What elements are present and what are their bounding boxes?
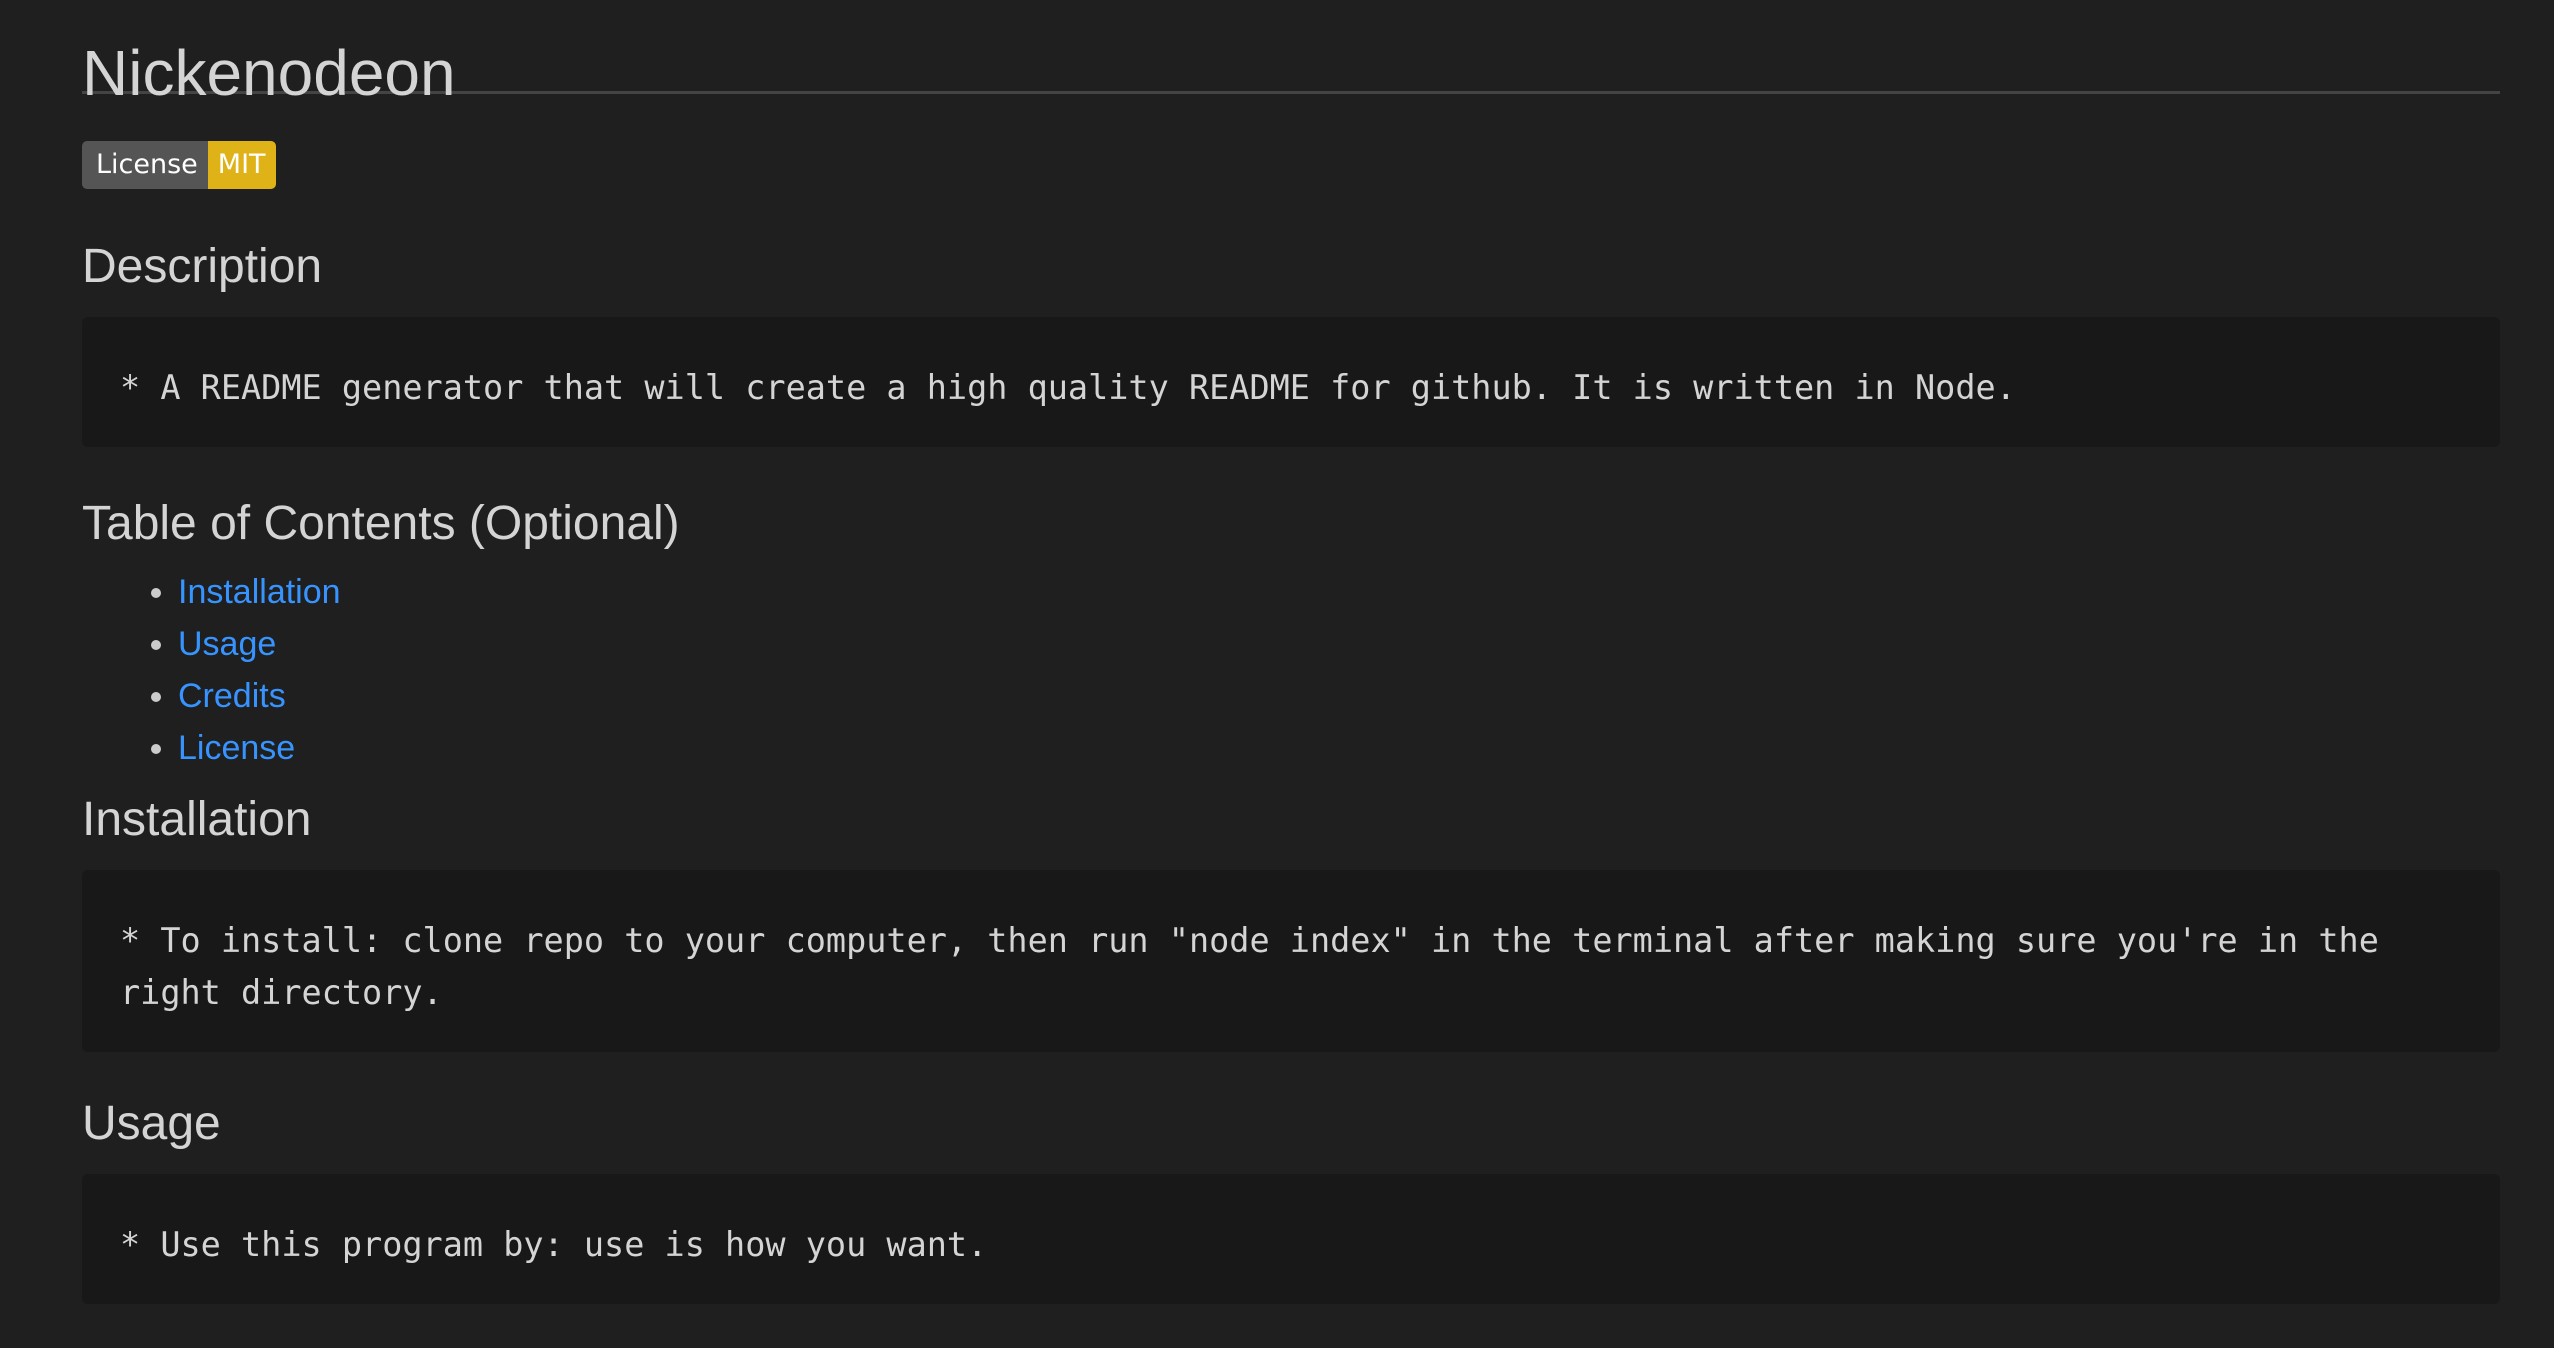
toc-link-license[interactable]: License	[178, 729, 295, 767]
list-item: Usage	[178, 618, 2500, 670]
list-item: Installation	[178, 566, 2500, 618]
toc-heading: Table of Contents (Optional)	[82, 497, 680, 550]
list-item: Credits	[178, 670, 2500, 722]
license-badge: License MIT	[82, 141, 276, 189]
usage-text: * Use this program by: use is how you wa…	[120, 1225, 988, 1264]
page-title: Nickenodeon	[82, 0, 2500, 109]
installation-text: * To install: clone repo to your compute…	[120, 921, 2400, 1012]
toc-link-installation[interactable]: Installation	[178, 573, 341, 611]
description-heading: Description	[82, 240, 323, 293]
license-badge-label: License	[82, 141, 208, 189]
usage-heading: Usage	[82, 1097, 221, 1150]
usage-code-block: * Use this program by: use is how you wa…	[82, 1174, 2500, 1304]
description-code-block: * A README generator that will create a …	[82, 317, 2500, 447]
markdown-preview: Nickenodeon License MIT Description * A …	[82, 0, 2500, 1304]
installation-code-block: * To install: clone repo to your compute…	[82, 870, 2500, 1052]
toc-link-credits[interactable]: Credits	[178, 677, 286, 715]
toc-link-usage[interactable]: Usage	[178, 625, 276, 663]
list-item: License	[178, 722, 2500, 774]
license-badge-value: MIT	[207, 141, 276, 189]
description-text: * A README generator that will create a …	[120, 368, 2016, 407]
toc-list: Installation Usage Credits License	[82, 566, 2500, 774]
installation-heading: Installation	[82, 793, 312, 846]
